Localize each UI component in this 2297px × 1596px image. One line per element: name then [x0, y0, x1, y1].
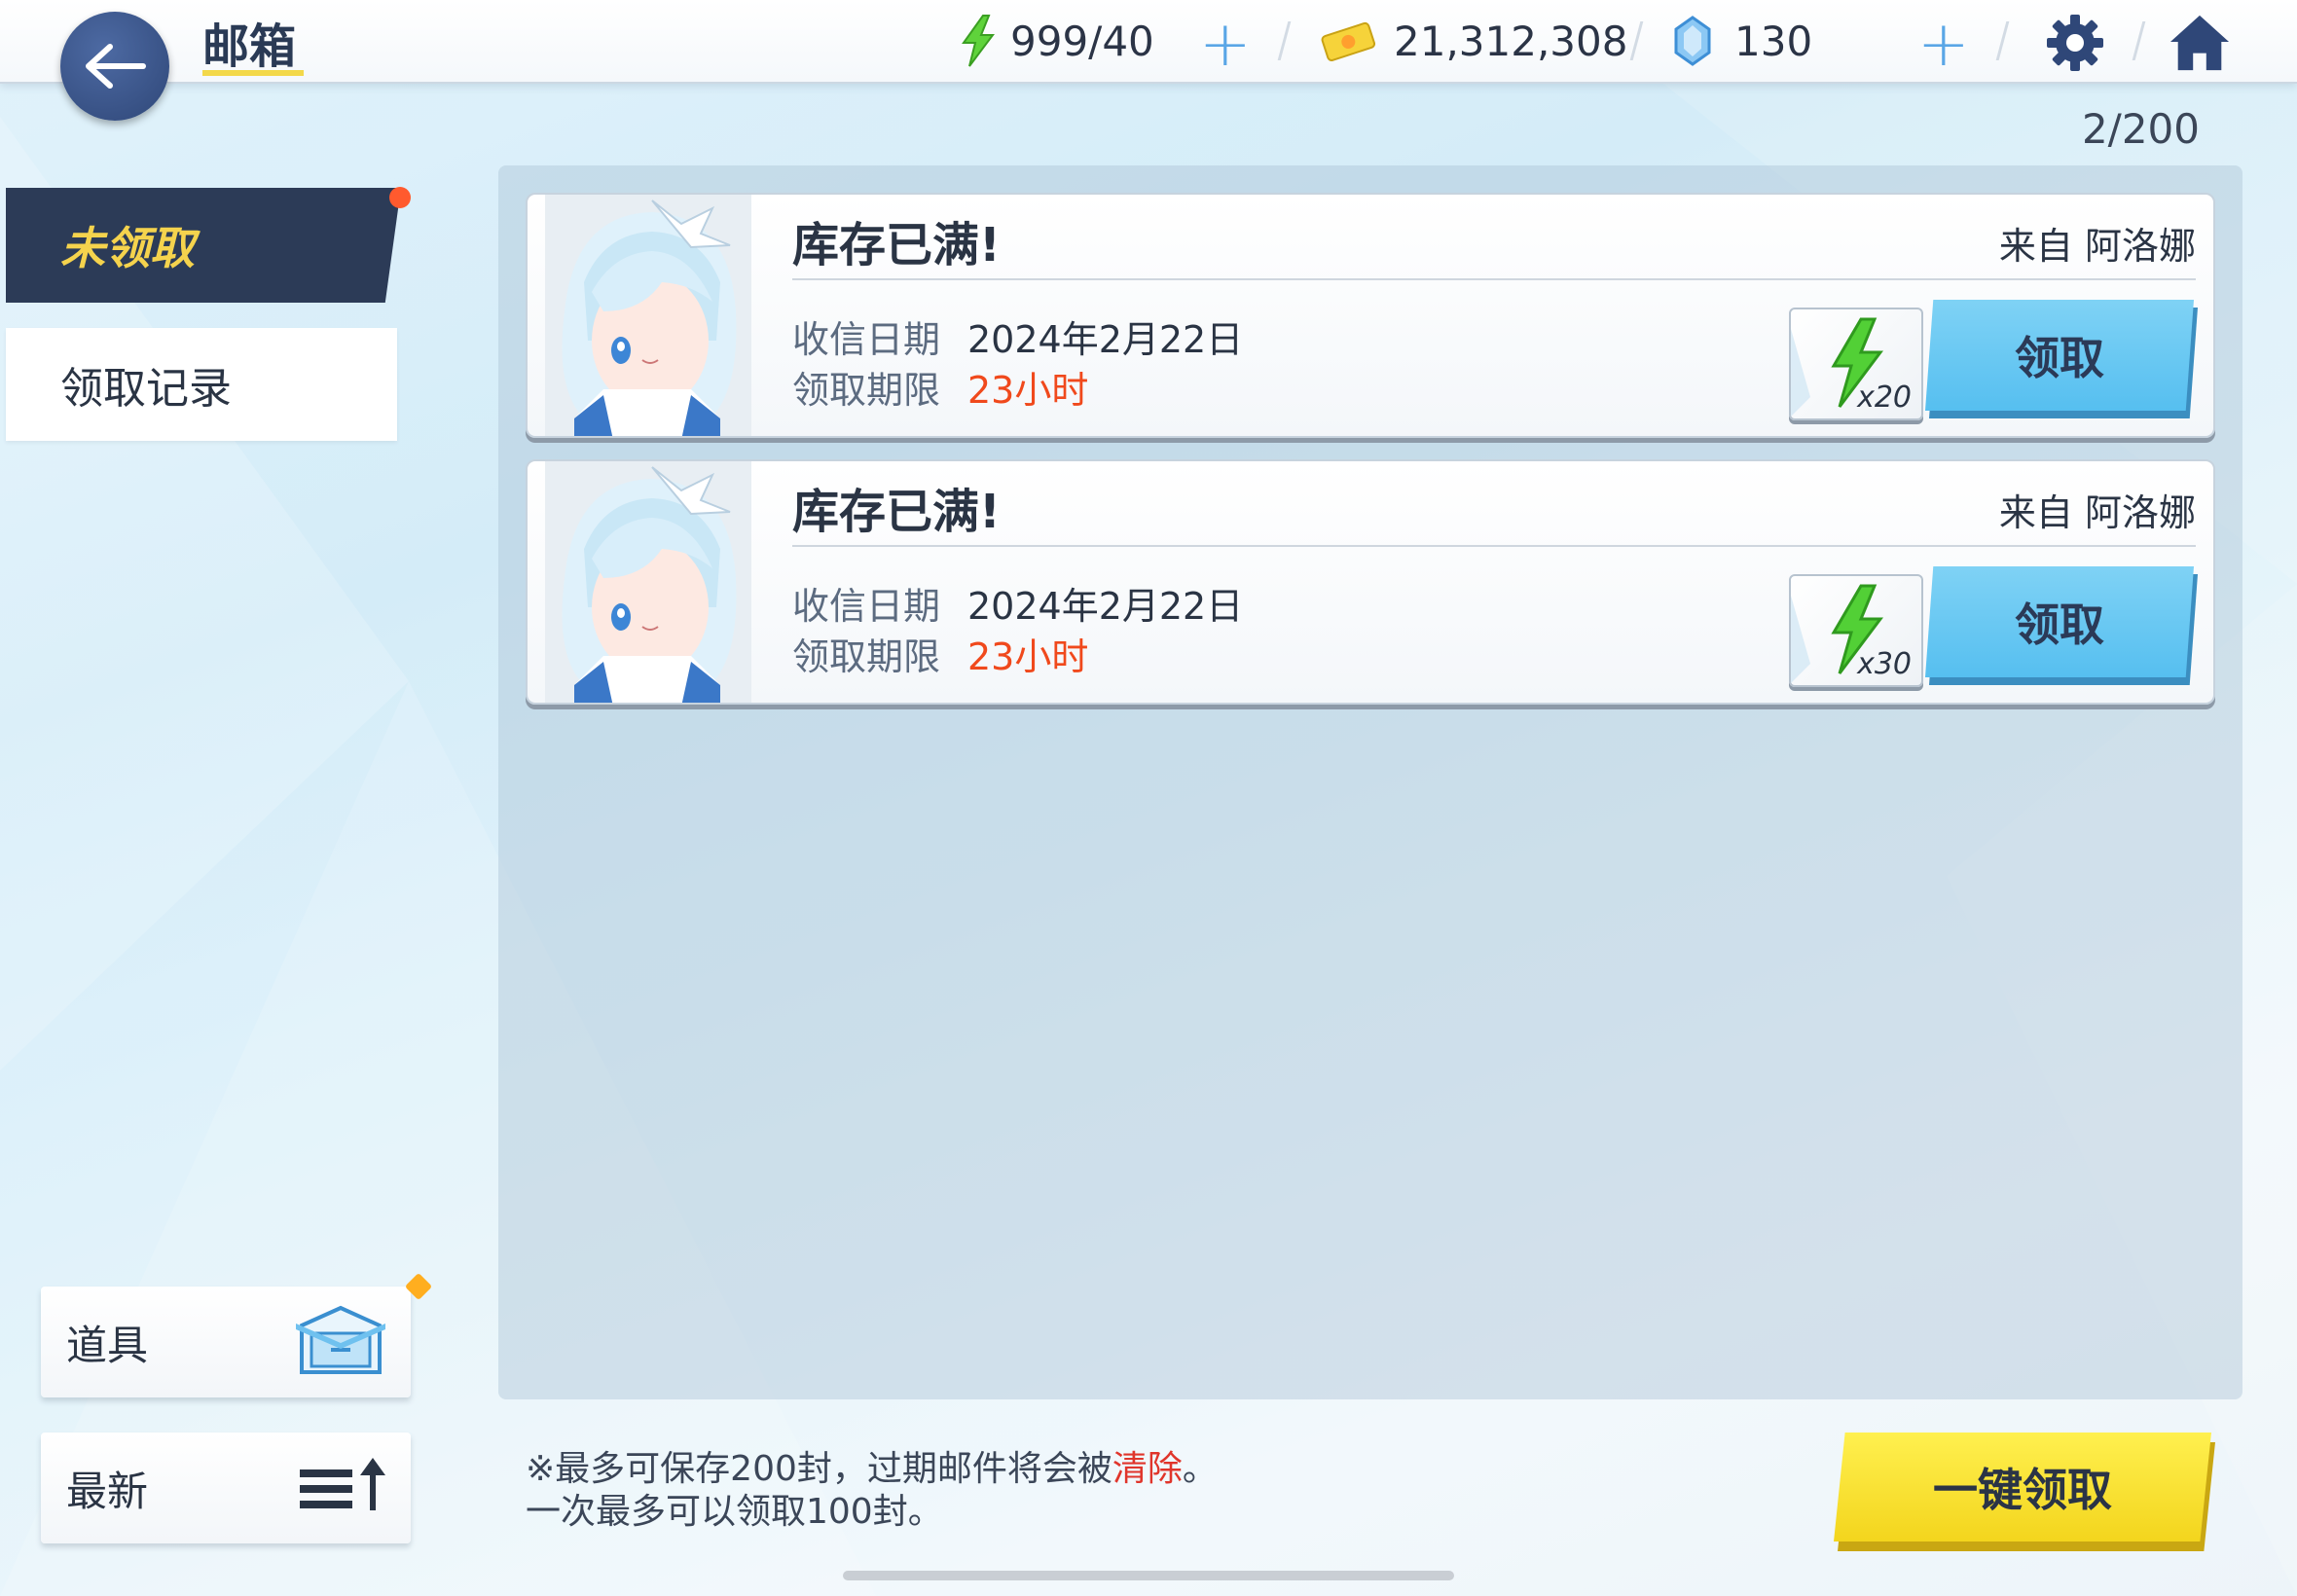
home-icon — [2169, 15, 2230, 71]
reward-item[interactable]: x30 — [1789, 574, 1923, 687]
mail-title: 库存已满! — [792, 485, 1001, 539]
tab-claim-history[interactable]: 领取记录 — [6, 328, 397, 441]
claim-deadline: 23小时 — [967, 369, 1089, 412]
gems-display: 130 — [1672, 14, 1812, 68]
received-date: 2024年2月22日 — [967, 585, 1244, 628]
gear-icon — [2047, 15, 2103, 71]
sender-portrait — [545, 461, 751, 703]
stamina-display: 999/40 — [958, 14, 1154, 68]
tab-unclaimed-label: 未领取 — [60, 222, 195, 274]
clear-highlight: 清除 — [1112, 1449, 1183, 1489]
gems-value: 130 — [1734, 17, 1813, 65]
claim-deadline: 23小时 — [967, 635, 1089, 678]
divider — [792, 545, 2196, 547]
divider — [792, 278, 2196, 280]
sender-portrait — [545, 195, 751, 436]
home-button[interactable] — [2169, 12, 2231, 74]
mail-count: 2/200 — [2081, 105, 2200, 153]
items-filter-button[interactable]: 道具 — [41, 1287, 411, 1397]
claim-button[interactable]: 领取 — [1925, 300, 2194, 411]
crystal-icon — [1674, 16, 1711, 66]
received-date-label: 收信日期 — [792, 585, 941, 628]
tab-claim-history-label: 领取记录 — [60, 364, 232, 414]
home-indicator — [843, 1571, 1454, 1580]
claim-deadline-label: 领取期限 — [792, 635, 941, 678]
items-filter-label: 道具 — [66, 1321, 149, 1369]
reward-item[interactable]: x20 — [1789, 308, 1923, 420]
claim-limit-note: 一次最多可以领取100封。 — [526, 1492, 943, 1532]
lightning-icon — [962, 15, 995, 67]
arrow-left-icon — [86, 44, 146, 89]
sort-button[interactable]: 最新 — [41, 1433, 411, 1543]
settings-button[interactable] — [2044, 12, 2106, 74]
add-gems-button[interactable]: + — [1917, 14, 1970, 76]
reward-quantity: x20 — [1857, 381, 1912, 415]
back-button[interactable] — [60, 12, 169, 121]
credits-value: 21,312,308 — [1394, 17, 1628, 65]
claim-all-button[interactable]: 一键领取 — [1834, 1433, 2211, 1542]
mail-item[interactable]: 库存已满! 来自 阿洛娜 收信日期 2024年2月22日 领取期限 23小时 x… — [526, 193, 2215, 438]
claim-deadline-label: 领取期限 — [792, 369, 941, 412]
page-title: 邮箱 — [202, 19, 297, 74]
mail-title: 库存已满! — [792, 218, 1001, 272]
credit-ticket-icon — [1321, 21, 1376, 61]
claim-button[interactable]: 领取 — [1925, 566, 2194, 677]
notification-dot — [389, 187, 411, 208]
add-stamina-button[interactable]: + — [1199, 14, 1252, 76]
sort-list-up-icon — [300, 1458, 385, 1510]
mail-item[interactable]: 库存已满! 来自 阿洛娜 收信日期 2024年2月22日 领取期限 23小时 x… — [526, 459, 2215, 705]
credits-display: 21,312,308 — [1320, 14, 1627, 68]
sort-label: 最新 — [66, 1467, 149, 1515]
mail-sender: 来自 阿洛娜 — [1998, 491, 2196, 534]
received-date: 2024年2月22日 — [967, 318, 1244, 361]
mail-box-icon — [296, 1305, 385, 1374]
reward-quantity: x30 — [1857, 647, 1912, 681]
stamina-value: 999/40 — [1010, 17, 1154, 65]
title-underline — [202, 70, 304, 76]
tab-unclaimed[interactable]: 未领取 — [6, 188, 401, 303]
storage-note-end: 。 — [1182, 1449, 1218, 1489]
received-date-label: 收信日期 — [792, 318, 941, 361]
mail-sender: 来自 阿洛娜 — [1998, 225, 2196, 268]
